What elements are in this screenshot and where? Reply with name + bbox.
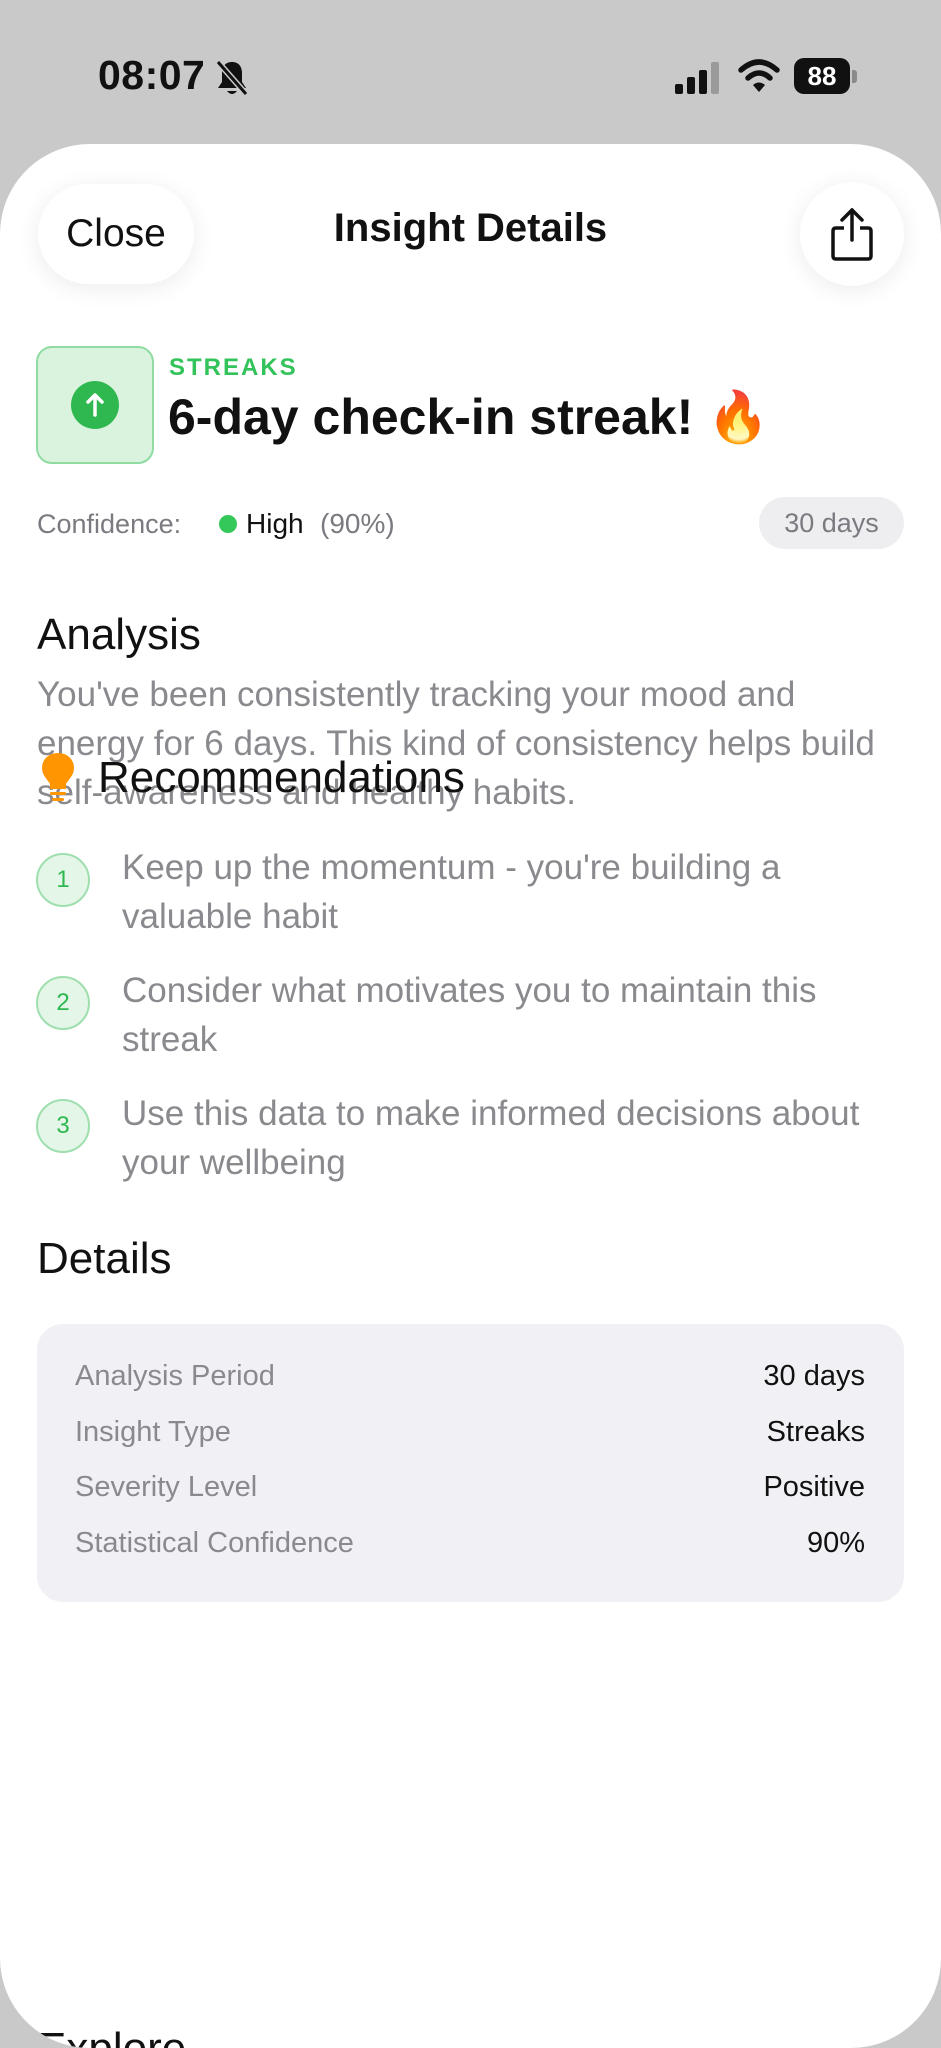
lightbulb-icon: [42, 753, 74, 801]
arrow-up-circle-icon: [71, 381, 119, 429]
recommendations-heading: Recommendations: [98, 753, 465, 802]
detail-row: Statistical Confidence 90%: [75, 1527, 865, 1567]
status-bar: 08:07 88: [0, 0, 941, 140]
share-button[interactable]: [800, 182, 904, 286]
confidence-status-dot: [219, 515, 237, 533]
recommendation-number: 3: [36, 1099, 90, 1153]
share-icon: [831, 208, 873, 261]
detail-value: 90%: [806, 1527, 865, 1559]
recommendation-number: 1: [36, 853, 90, 907]
battery-level: 88: [794, 58, 850, 94]
detail-label: Insight Type: [75, 1416, 231, 1448]
period-badge: 30 days: [759, 497, 904, 549]
recommendation-text: Consider what motivates you to maintain …: [122, 971, 817, 1059]
details-heading: Details: [37, 1234, 172, 1283]
detail-row: Insight Type Streaks: [75, 1416, 865, 1456]
confidence-level: High: [246, 508, 304, 539]
detail-value: Positive: [763, 1471, 865, 1503]
insight-details-sheet: Close Insight Details STREAKS 6-day chec…: [0, 144, 941, 2048]
status-time: 08:07: [98, 52, 206, 98]
detail-label: Severity Level: [75, 1471, 258, 1503]
insight-title: 6-day check-in streak! 🔥: [168, 389, 770, 445]
detail-value: Streaks: [766, 1416, 865, 1448]
recommendation-number: 2: [36, 976, 90, 1030]
confidence-label: Confidence:: [37, 509, 182, 539]
battery-cap: [852, 70, 857, 83]
insight-type-badge: [36, 346, 154, 464]
recommendation-text: Use this data to make informed decisions…: [122, 1094, 860, 1182]
cellular-signal-icon: [675, 62, 719, 94]
detail-row: Severity Level Positive: [75, 1471, 865, 1511]
detail-row: Analysis Period 30 days: [75, 1360, 865, 1400]
detail-value: 30 days: [763, 1360, 865, 1392]
bell-slash-icon: [215, 60, 249, 96]
analysis-heading: Analysis: [37, 610, 201, 659]
recommendation-text: Keep up the momentum - you're building a…: [122, 848, 781, 936]
next-section-heading: Explore: [37, 2024, 186, 2048]
wifi-icon: [738, 59, 780, 92]
confidence-percent: (90%): [320, 508, 395, 539]
battery-icon: 88: [794, 58, 860, 96]
detail-label: Analysis Period: [75, 1360, 275, 1392]
insight-category: STREAKS: [169, 354, 298, 381]
detail-label: Statistical Confidence: [75, 1527, 354, 1559]
details-card: Analysis Period 30 days Insight Type Str…: [37, 1324, 904, 1602]
